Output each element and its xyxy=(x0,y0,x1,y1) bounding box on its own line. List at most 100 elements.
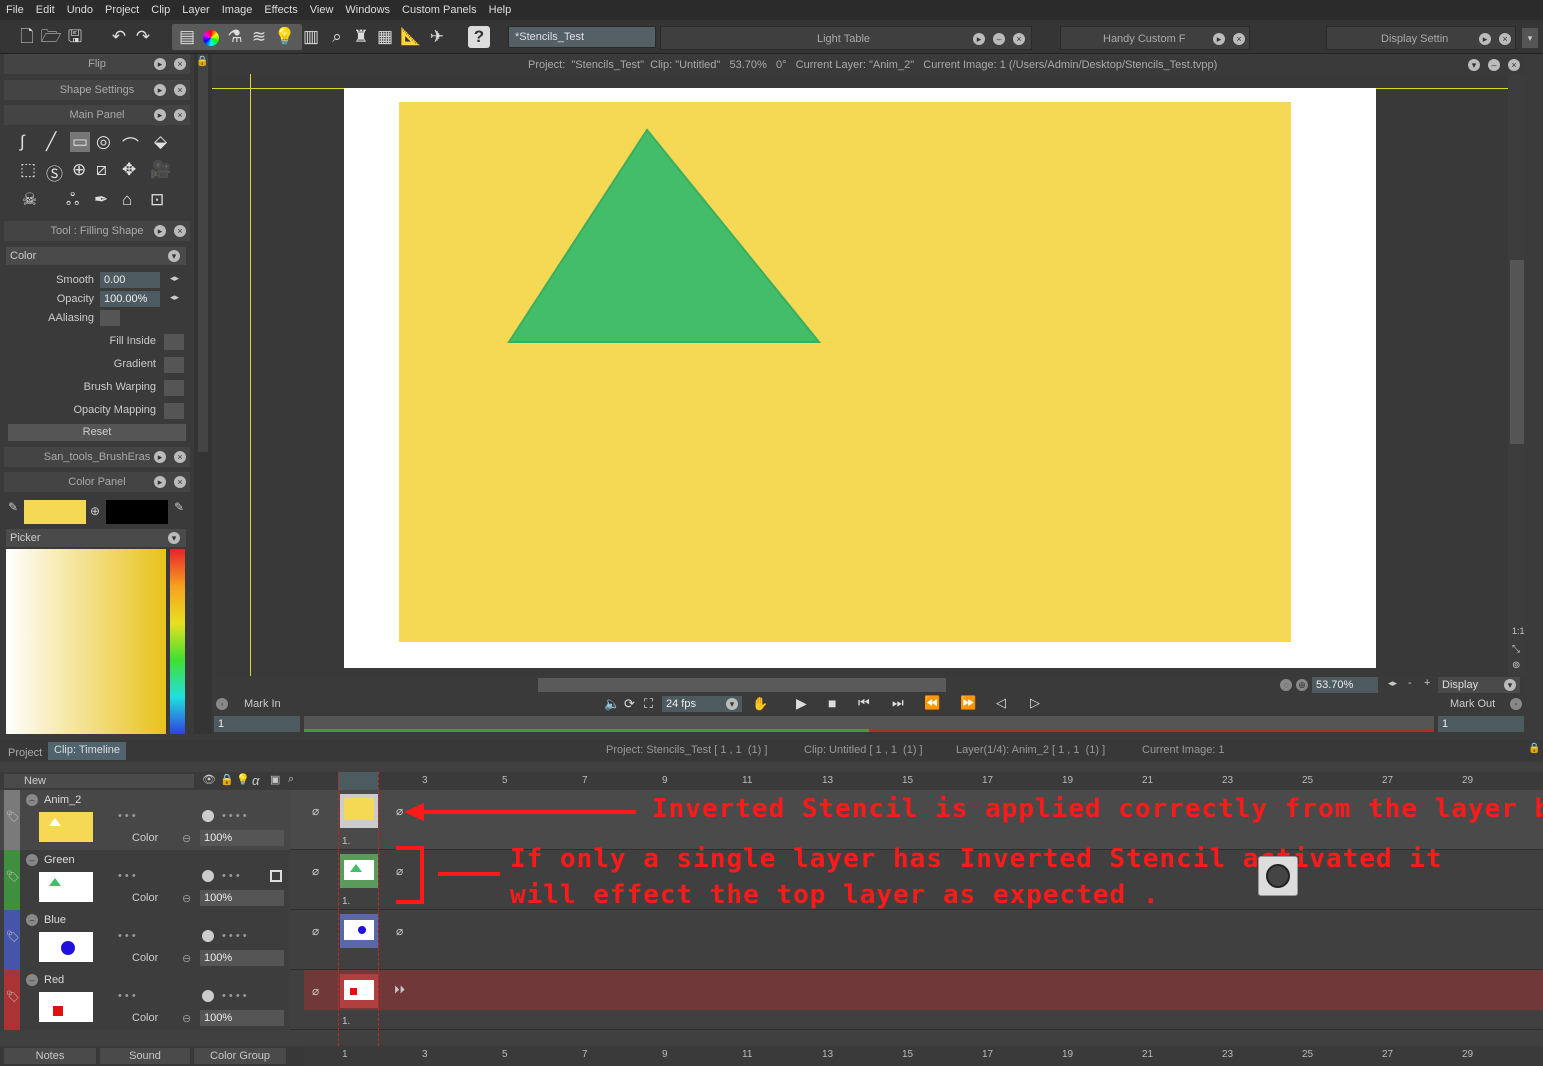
frame-number[interactable]: 3 xyxy=(422,1049,428,1060)
display-dropdown[interactable]: Display ▾ xyxy=(1438,677,1520,693)
frame-number[interactable]: 11 xyxy=(742,1049,752,1060)
frame-number[interactable]: 27 xyxy=(1382,1049,1393,1060)
prev-frame-icon[interactable]: ◁ xyxy=(996,695,1006,711)
minus-circle-icon[interactable]: – xyxy=(1488,59,1500,71)
frame-number[interactable]: 9 xyxy=(662,775,668,786)
ruler-icon[interactable]: 📐 xyxy=(400,26,422,48)
eye-icon[interactable]: 👁 xyxy=(202,773,216,786)
figure-icon[interactable]: ♜ xyxy=(350,26,372,48)
in-frame-input[interactable]: 1 xyxy=(214,716,300,732)
center-icon[interactable]: ⊕ xyxy=(1296,679,1308,691)
play-circle-icon[interactable]: ▸ xyxy=(154,476,166,488)
reset-view-icon[interactable]: ⊚ xyxy=(1512,660,1520,671)
close-circle-icon[interactable]: × xyxy=(1499,33,1511,45)
opacity-knob[interactable] xyxy=(202,870,214,882)
frame-number[interactable]: 15 xyxy=(902,775,913,786)
toolbox-icon[interactable]: ▤ xyxy=(176,26,198,48)
swap-colors-icon[interactable]: ⊕ xyxy=(90,504,100,518)
tag-icon[interactable]: 🏷 xyxy=(6,810,20,823)
pen-icon[interactable]: ✒ xyxy=(94,190,108,210)
frame-number[interactable]: 7 xyxy=(582,775,588,786)
minus-circle-icon[interactable]: – xyxy=(993,33,1005,45)
fit-icon[interactable]: 1:1 xyxy=(1512,626,1525,636)
layer-row-red[interactable]: 🏷 – Red • • • • • • • Color ⊖ 100% ⌀ 1. … xyxy=(0,970,1543,1030)
color-mode-dropdown[interactable]: Color ▾ xyxy=(6,247,186,265)
close-circle-icon[interactable]: × xyxy=(1013,33,1025,45)
frame-number[interactable]: 21 xyxy=(1142,775,1153,786)
color-panel-header[interactable]: Color Panel ▸ × xyxy=(4,472,190,492)
rectangle-tool-icon[interactable]: ▭ xyxy=(70,132,91,152)
frame-number[interactable]: 15 xyxy=(902,1049,913,1060)
play-icon[interactable]: ▶ xyxy=(796,695,807,712)
menu-file[interactable]: File xyxy=(6,4,24,16)
primary-color-swatch[interactable] xyxy=(24,500,86,524)
play-circle-icon[interactable]: ▸ xyxy=(154,109,166,121)
blend-mode[interactable]: Color xyxy=(132,1012,158,1024)
layer-row-blue[interactable]: 🏷 – Blue • • • • • • • Color ⊖ 100% ⌀ ⌀ xyxy=(0,910,1543,970)
close-circle-icon[interactable]: × xyxy=(174,476,186,488)
undo-icon[interactable]: ↶ xyxy=(108,26,130,48)
alpha-icon[interactable]: α xyxy=(252,773,259,788)
minus-circle-icon[interactable]: ⊖ xyxy=(182,832,191,845)
canvas-vscroll[interactable]: 1:1 ⤡ ⊚ xyxy=(1508,74,1526,678)
collapse-icon[interactable]: – xyxy=(26,914,38,926)
mark-in-icon[interactable]: ◦ xyxy=(216,698,228,710)
fill-tool-icon[interactable]: ⬙ xyxy=(154,132,167,152)
scroll-thumb[interactable] xyxy=(198,54,208,452)
fps-dropdown[interactable]: 24 fps ▾ xyxy=(662,696,742,712)
curve-tool-icon[interactable]: ⌒ xyxy=(122,132,139,157)
mesh-icon[interactable]: ⊡ xyxy=(150,190,164,210)
camera-icon[interactable]: 🎥 xyxy=(150,160,171,180)
collapse-icon[interactable]: – xyxy=(26,794,38,806)
layer-name[interactable]: Anim_2 xyxy=(44,794,81,806)
tag-icon[interactable]: 🏷 xyxy=(6,930,20,943)
flip-panel-header[interactable]: Flip ▸ × xyxy=(4,54,190,74)
tag-icon[interactable]: 🏷 xyxy=(6,990,20,1003)
next-key-icon[interactable]: ⏩ xyxy=(960,695,976,711)
project-tab[interactable]: *Stencils_Test xyxy=(508,26,656,48)
frame-number[interactable]: 3 xyxy=(422,775,428,786)
library-icon[interactable]: ▦ xyxy=(374,26,396,48)
chevron-down-icon[interactable]: ▾ xyxy=(1468,59,1480,71)
close-circle-icon[interactable]: × xyxy=(174,58,186,70)
fill-inside-checkbox[interactable] xyxy=(164,334,184,350)
lasso-icon[interactable]: Ⓢ xyxy=(46,160,63,185)
collapse-icon[interactable]: – xyxy=(26,974,38,986)
scroll-thumb[interactable] xyxy=(1510,260,1524,444)
open-file-icon[interactable]: 🗁 xyxy=(40,26,62,48)
redo-icon[interactable]: ↷ xyxy=(132,26,154,48)
tag-icon[interactable]: 🏷 xyxy=(6,870,20,883)
search-icon[interactable]: ⌕ xyxy=(326,26,348,48)
color-group-tab[interactable]: Color Group xyxy=(194,1048,286,1064)
frame-number[interactable]: 25 xyxy=(1302,775,1313,786)
menu-windows[interactable]: Windows xyxy=(345,4,390,16)
mark-in-label[interactable]: Mark In xyxy=(244,698,281,710)
eyedropper-icon[interactable]: ✎ xyxy=(174,500,184,514)
main-panel-header[interactable]: Main Panel ▸ × xyxy=(4,105,190,125)
play-circle-icon[interactable]: ▸ xyxy=(1479,33,1491,45)
new-layer-dropdown[interactable]: New xyxy=(4,774,194,788)
opacity-knob[interactable] xyxy=(202,930,214,942)
menu-help[interactable]: Help xyxy=(489,4,512,16)
overflow-chevron-icon[interactable]: ▾ xyxy=(1522,28,1538,48)
opacity-field[interactable]: 100% xyxy=(200,830,284,846)
stencil-off-icon[interactable]: ⌀ xyxy=(312,984,319,998)
scrub-icon[interactable]: ✋ xyxy=(752,696,768,712)
rotate-icon[interactable]: ⤡ xyxy=(1512,644,1520,655)
line-tool-icon[interactable]: ╱ xyxy=(46,132,56,152)
fullscreen-icon[interactable]: ⛶ xyxy=(644,696,653,712)
warp-icon[interactable]: ⌂ xyxy=(122,190,132,210)
plane-icon[interactable]: ✈ xyxy=(426,26,448,48)
blend-mode[interactable]: Color xyxy=(132,952,158,964)
left-panel-scroll[interactable]: 🔒 xyxy=(194,54,212,734)
freehand-tool-icon[interactable]: ∫ xyxy=(20,132,25,152)
new-file-icon[interactable]: 🗋 xyxy=(16,26,38,48)
blend-mode[interactable]: Color xyxy=(132,892,158,904)
menu-edit[interactable]: Edit xyxy=(36,4,55,16)
circle-tool-icon[interactable]: ◎ xyxy=(96,132,111,152)
gradient-checkbox[interactable] xyxy=(164,357,184,373)
play-circle-icon[interactable]: ▸ xyxy=(154,84,166,96)
prev-key-icon[interactable]: ⏪ xyxy=(924,695,940,711)
hscroll-thumb[interactable] xyxy=(538,678,946,692)
zoom-tool-icon[interactable]: ⊕ xyxy=(72,160,86,180)
